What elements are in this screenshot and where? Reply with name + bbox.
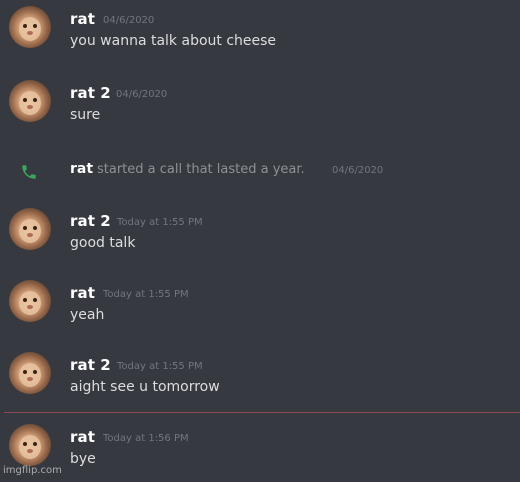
avatar[interactable] — [9, 208, 51, 250]
username[interactable]: rat — [70, 428, 95, 446]
timestamp: 04/6/2020 — [332, 165, 384, 176]
timestamp: Today at 1:56 PM — [103, 433, 189, 444]
new-messages-divider — [4, 412, 520, 413]
avatar[interactable] — [9, 80, 51, 122]
message-text: sure — [70, 107, 101, 123]
message: rat Today at 1:55 PM yeah — [0, 278, 520, 338]
username[interactable]: rat 2 — [70, 212, 111, 230]
username[interactable]: rat — [70, 10, 95, 28]
timestamp: Today at 1:55 PM — [103, 289, 189, 300]
timestamp: 04/6/2020 — [116, 89, 168, 100]
timestamp: Today at 1:55 PM — [117, 361, 203, 372]
timestamp: Today at 1:55 PM — [117, 217, 203, 228]
message-text: aight see u tomorrow — [70, 379, 220, 395]
avatar[interactable] — [9, 280, 51, 322]
watermark: imgflip.com — [3, 465, 62, 476]
call-username[interactable]: rat — [70, 161, 93, 177]
username[interactable]: rat 2 — [70, 356, 111, 374]
message: rat 04/6/2020 you wanna talk about chees… — [0, 4, 520, 64]
message-text: you wanna talk about cheese — [70, 33, 277, 49]
avatar[interactable] — [9, 6, 51, 48]
message: rat 2 Today at 1:55 PM good talk — [0, 206, 520, 266]
chat-log: rat 04/6/2020 you wanna talk about chees… — [0, 0, 520, 480]
message: rat Today at 1:56 PM bye — [0, 422, 520, 482]
username[interactable]: rat 2 — [70, 84, 111, 102]
timestamp: 04/6/2020 — [103, 15, 155, 26]
message-text: good talk — [70, 235, 136, 251]
call-system-message: rat started a call that lasted a year. 0… — [0, 156, 520, 186]
message-text: yeah — [70, 307, 105, 323]
avatar[interactable] — [9, 352, 51, 394]
message: rat 2 04/6/2020 sure — [0, 78, 520, 138]
username[interactable]: rat — [70, 284, 95, 302]
avatar[interactable] — [9, 424, 51, 466]
message-text: bye — [70, 451, 96, 467]
message: rat 2 Today at 1:55 PM aight see u tomor… — [0, 350, 520, 410]
call-text: started a call that lasted a year. — [97, 162, 305, 177]
phone-icon — [20, 163, 38, 181]
